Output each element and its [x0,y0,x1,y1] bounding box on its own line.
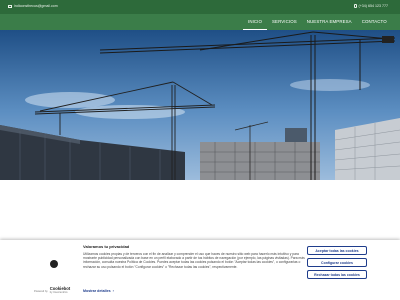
cookiebot-sub: by Usercentrics [49,291,68,294]
cookie-icon [50,260,58,268]
phone-text[interactable]: (+34) 654 123 777 [359,4,388,8]
phone-icon [353,4,357,8]
cookie-banner-text: Utilizamos cookies propias y de terceros… [83,252,305,269]
powered-by-label: Powered by [34,289,48,293]
show-details-label: Mostrar detalles [83,289,111,293]
nav-item-inicio[interactable]: INICIO [243,14,268,30]
reject-all-cookies-button[interactable]: Rechazar todas las cookies [307,270,367,279]
show-details-link[interactable]: Mostrar detalles › [83,289,114,293]
email-text[interactable]: indiconsthecus@gmail.com [14,4,58,8]
content-area [0,180,400,240]
hero-image [0,30,400,180]
phone-contact[interactable]: (+34) 654 123 777 [353,4,388,8]
cookie-banner-title: Valoramos tu privacidad [83,244,130,249]
main-navigation: INICIO SERVICIOS NUESTRA EMPRESA CONTACT… [0,14,400,30]
accept-all-cookies-button[interactable]: Aceptar todas las cookies [307,246,367,255]
nav-item-contacto[interactable]: CONTACTO [357,14,392,30]
nav-item-servicios[interactable]: SERVICIOS [267,14,302,30]
configure-cookies-button[interactable]: Configurar cookies [307,258,367,267]
construction-site-photo [0,30,400,180]
cookiebot-logo[interactable]: Powered by Cookiebot by Usercentrics [34,286,70,295]
envelope-icon [8,4,12,8]
email-contact[interactable]: indiconsthecus@gmail.com [8,4,58,8]
top-contact-bar: indiconsthecus@gmail.com (+34) 654 123 7… [0,0,400,14]
nav-item-nuestra-empresa[interactable]: NUESTRA EMPRESA [302,14,357,30]
chevron-right-icon: › [112,289,114,293]
